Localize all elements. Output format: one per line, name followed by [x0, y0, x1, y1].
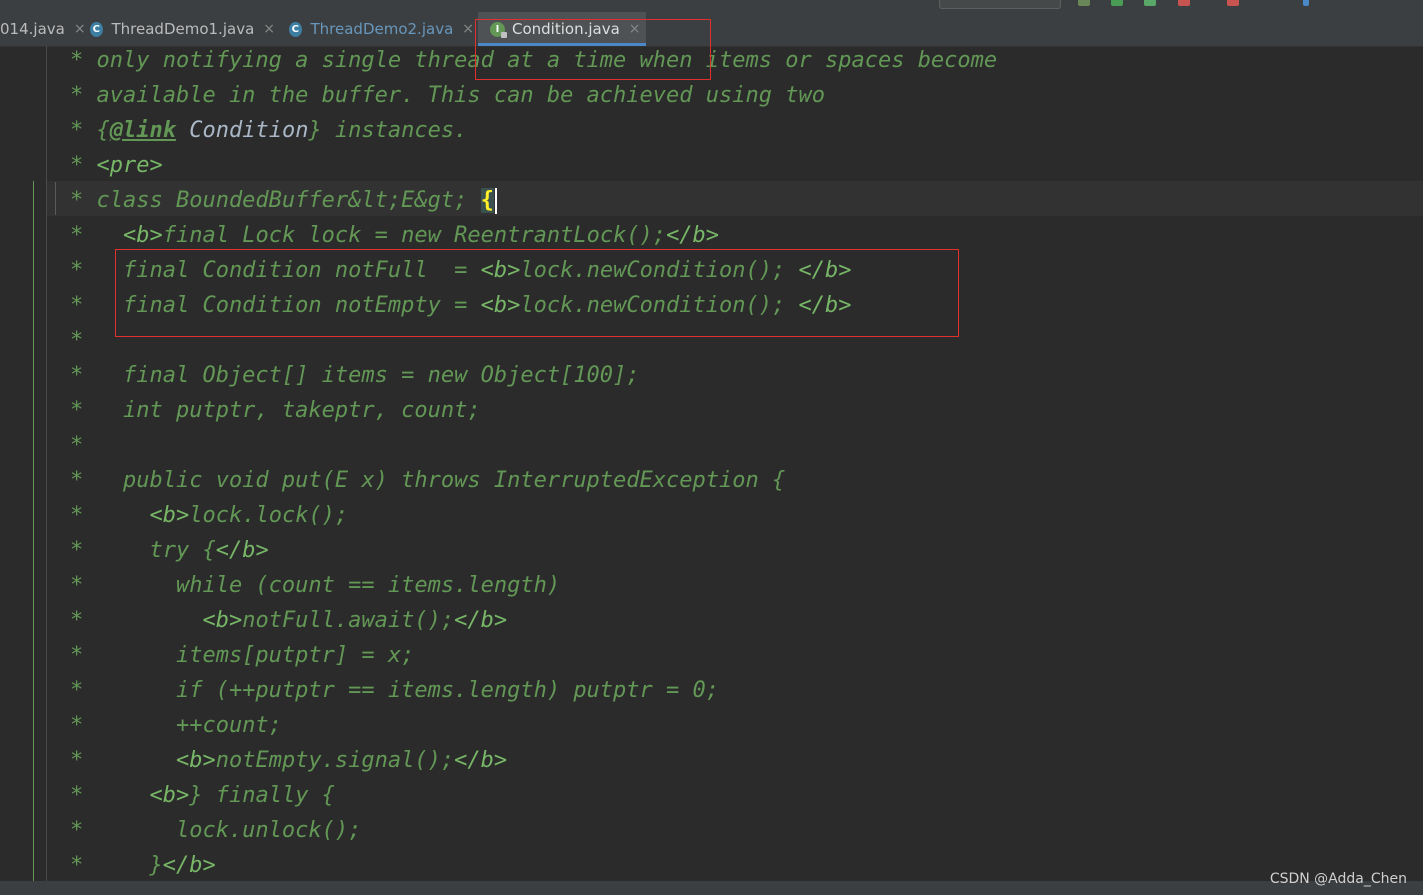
matched-brace: {	[480, 188, 494, 213]
watermark: CSDN @Adda_Chen	[1269, 871, 1407, 887]
tab-label: 014.java	[0, 20, 65, 38]
run-icon[interactable]	[1111, 0, 1123, 6]
close-icon[interactable]: ×	[74, 21, 86, 37]
html-tag-token: </b>	[215, 538, 269, 563]
debug-icon[interactable]	[1144, 0, 1156, 6]
javadoc-link-reference[interactable]: Condition	[176, 118, 308, 143]
code-line: * public void put(E x) throws Interrupte…	[70, 468, 786, 493]
tab-label: ThreadDemo2.java	[310, 20, 454, 38]
code-line: * items[putptr] = x;	[70, 643, 415, 668]
run-configuration-select[interactable]	[939, 0, 1061, 9]
code-line: * ++count;	[70, 713, 282, 738]
code-line: * <pre>	[70, 153, 163, 178]
html-tag-token: </b>	[666, 223, 720, 248]
code-editor[interactable]: * only notifying a single thread at a ti…	[0, 46, 1423, 881]
code-line: * <b>final Lock lock = new ReentrantLock…	[70, 223, 720, 248]
html-tag-token: </b>	[454, 748, 508, 773]
fold-marker[interactable]	[55, 182, 66, 215]
javadoc-link-tag[interactable]: @link	[110, 118, 176, 143]
gutter-divider	[46, 46, 47, 881]
stop-icon[interactable]	[1227, 0, 1239, 6]
html-tag-token: <b>	[122, 223, 163, 248]
html-tag-token: <b>	[202, 608, 243, 633]
tab-threaddemo2-java[interactable]: C ThreadDemo2.java ×	[289, 12, 474, 46]
code-line: * while (count == items.length)	[70, 573, 561, 598]
tab-label: ThreadDemo1.java	[111, 20, 255, 38]
code-line: * if (++putptr == items.length) putptr =…	[70, 678, 720, 703]
code-line: * <b>notEmpty.signal();</b>	[70, 748, 508, 773]
close-icon[interactable]: ×	[462, 21, 474, 37]
code-line: * try {</b>	[70, 538, 269, 563]
code-line: * <b>} finally {	[70, 783, 335, 808]
code-line: * int putptr, takeptr, count;	[70, 398, 481, 423]
bottom-scrollbar[interactable]	[0, 881, 1423, 895]
editor-tab-bar: 014.java × C ThreadDemo1.java × C Thread…	[0, 12, 1423, 47]
code-text: * {	[70, 118, 110, 143]
code-line: * <b>lock.lock();	[70, 503, 349, 528]
close-icon[interactable]: ×	[263, 21, 275, 37]
annotation-box-tab	[475, 19, 711, 80]
text-caret	[494, 188, 497, 214]
code-line: * <b>notFull.await();</b>	[70, 608, 508, 633]
tab-014-java[interactable]: 014.java ×	[0, 12, 86, 46]
html-tag-token: </b>	[454, 608, 508, 633]
code-line: *	[70, 433, 84, 458]
tab-threaddemo1-java[interactable]: C ThreadDemo1.java ×	[90, 12, 275, 46]
code-text: * class BoundedBuffer&lt;E&gt;	[70, 188, 481, 213]
code-line: * {@link Condition} instances.	[70, 113, 467, 148]
html-tag-token: <b>	[149, 783, 190, 808]
code-text: } instances.	[308, 118, 468, 143]
code-line: * available in the buffer. This can be a…	[70, 83, 825, 108]
top-toolbar	[0, 0, 1423, 12]
code-line: * lock.unlock();	[70, 818, 362, 843]
class-icon: C	[90, 21, 103, 37]
build-icon[interactable]	[1078, 0, 1090, 6]
class-icon: C	[289, 21, 302, 37]
html-tag-token: </b>	[162, 853, 216, 878]
search-everywhere-icon[interactable]	[1303, 0, 1309, 6]
html-tag-token: <b>	[149, 503, 190, 528]
code-line: * final Object[] items = new Object[100]…	[70, 363, 640, 388]
code-line: * class BoundedBuffer&lt;E&gt; {	[70, 183, 497, 218]
html-tag-token: <pre>	[96, 153, 163, 178]
code-line: *	[70, 328, 84, 353]
profile-icon[interactable]	[1178, 0, 1190, 6]
code-line: * }</b>	[70, 853, 216, 878]
indent-guide	[33, 181, 34, 881]
html-tag-token: <b>	[175, 748, 216, 773]
annotation-box-conditions	[115, 249, 959, 337]
